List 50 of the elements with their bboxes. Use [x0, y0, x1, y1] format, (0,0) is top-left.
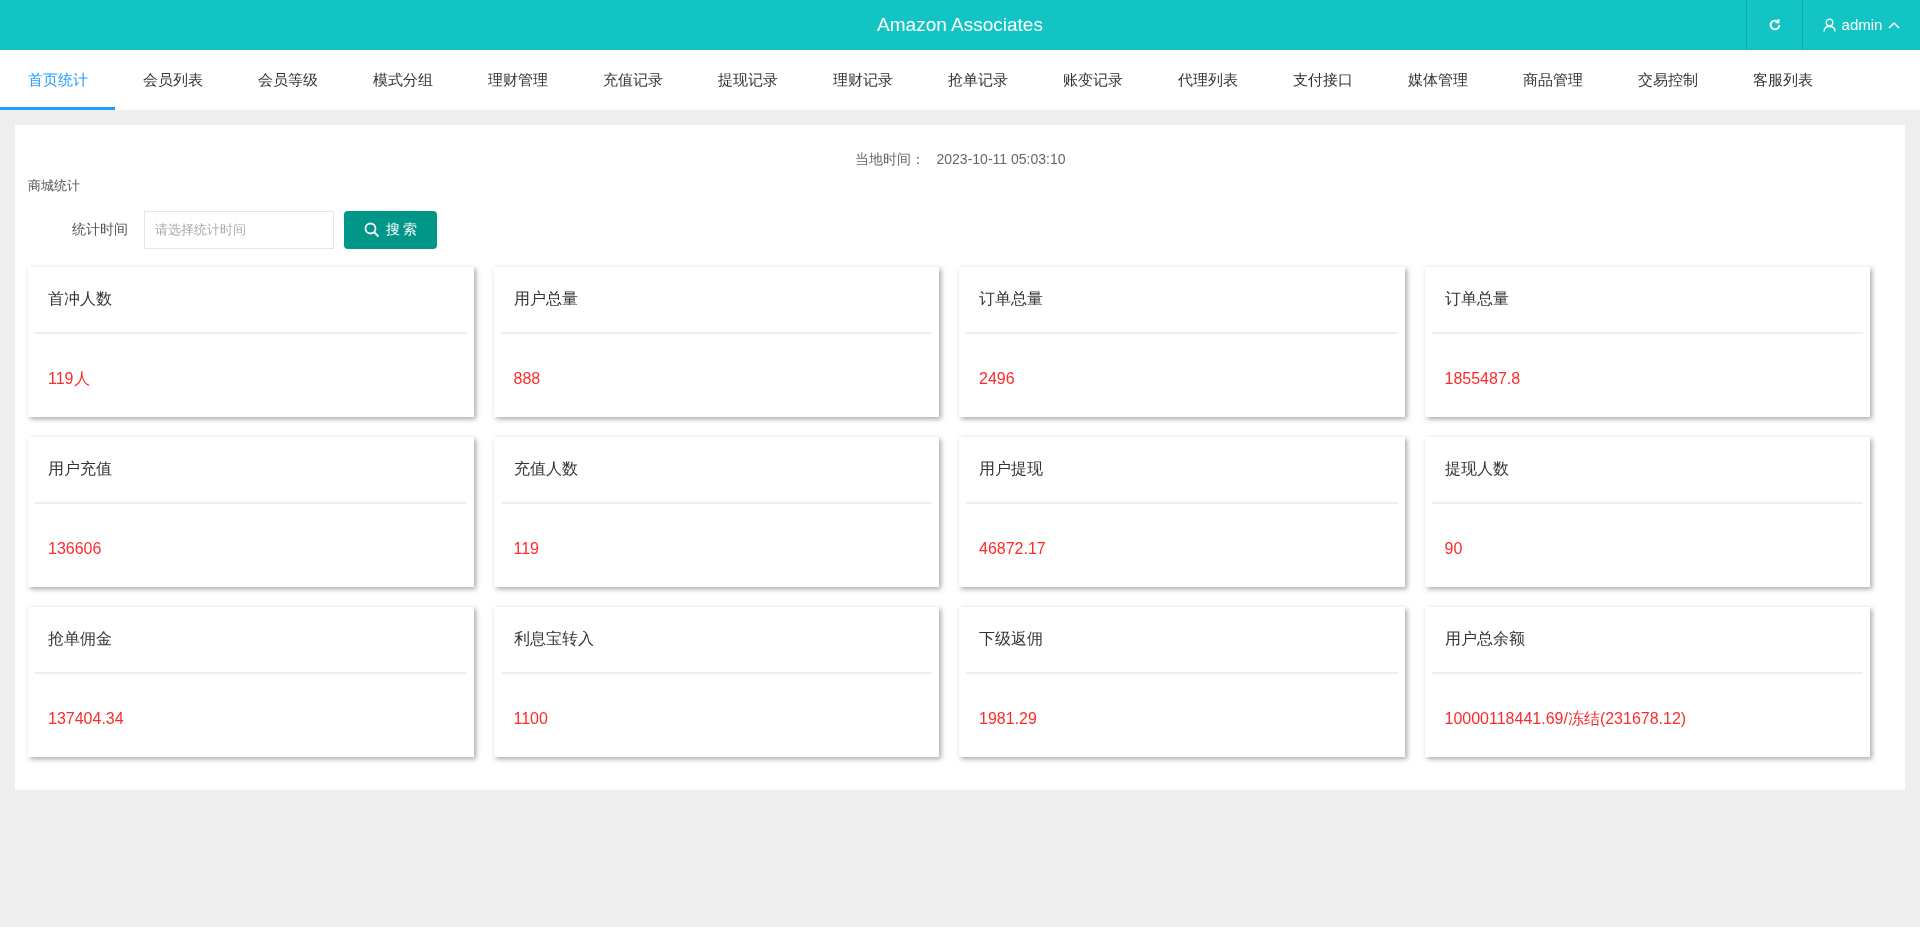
card-value: 2496 [978, 369, 1016, 389]
card-value: 46872.17 [978, 539, 1047, 559]
nav-tab[interactable]: 抢单记录 [920, 50, 1035, 110]
nav-tab[interactable]: 模式分组 [345, 50, 460, 110]
caret-icon [1888, 21, 1901, 29]
card-value: 1100 [512, 709, 549, 729]
nav-tab[interactable]: 账变记录 [1035, 50, 1150, 110]
card-title: 提现人数 [1431, 436, 1863, 504]
nav-tab[interactable]: 媒体管理 [1380, 50, 1495, 110]
section-title: 商城统计 [28, 177, 80, 195]
date-field[interactable]: 请选择统计时间 [144, 210, 334, 249]
nav-tab[interactable]: 交易控制 [1610, 50, 1725, 110]
filter-label: 统计时间 [71, 220, 129, 239]
nav-tab[interactable]: 提现记录 [690, 50, 805, 110]
card-title: 用户总余额 [1431, 606, 1863, 674]
card-value: 1855487.8 [1443, 369, 1522, 389]
nav-tab[interactable]: 理财管理 [460, 50, 575, 110]
nav-tab[interactable]: 商品管理 [1495, 50, 1610, 110]
app-title: Amazon Associates [877, 12, 1043, 37]
card-value: 119 [512, 539, 540, 559]
card-title: 利息宝转入 [500, 606, 932, 674]
nav-tab[interactable]: 客服列表 [1725, 50, 1840, 110]
card-value: 137404.34 [47, 709, 125, 729]
card-value: 1981.29 [978, 709, 1038, 729]
search-icon [363, 221, 380, 238]
time-value: 2023-10-11 05:03:10 [936, 150, 1066, 169]
nav-tab[interactable]: 会员列表 [115, 50, 230, 110]
card-title: 订单总量 [966, 266, 1398, 334]
user-icon [1822, 18, 1836, 32]
card-title: 充值人数 [500, 436, 932, 504]
card-title: 首冲人数 [35, 266, 467, 334]
nav-tab[interactable]: 会员等级 [230, 50, 345, 110]
card-title: 抢单佣金 [35, 606, 467, 674]
search-button[interactable]: 搜 索 [344, 210, 437, 249]
time-label: 当地时间： [854, 150, 925, 169]
nav-tab[interactable]: 理财记录 [805, 50, 920, 110]
card-value: 888 [512, 369, 542, 389]
card-title: 订单总量 [1431, 266, 1863, 334]
card-title: 用户提现 [966, 436, 1398, 504]
refresh-icon [1767, 18, 1782, 32]
card-title: 用户总量 [500, 266, 932, 334]
nav-tab[interactable]: 支付接口 [1265, 50, 1380, 110]
card-title: 下级返佣 [966, 606, 1398, 674]
card-value: 90 [1443, 539, 1464, 559]
nav-tab[interactable]: 充值记录 [575, 50, 690, 110]
card-value: 119人 [47, 369, 91, 389]
card-value: 136606 [47, 539, 103, 559]
nav-tab[interactable]: 代理列表 [1150, 50, 1265, 110]
card-value: 10000118441.69/冻结(231678.12) [1443, 709, 1688, 729]
card-title: 用户充值 [35, 436, 467, 504]
